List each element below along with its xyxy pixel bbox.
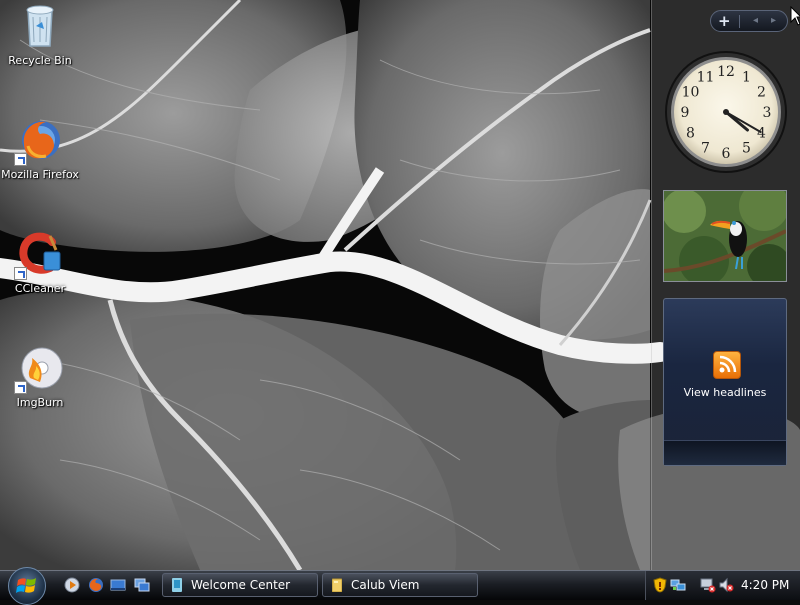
clock-numeral: 9 <box>681 105 690 121</box>
toolbar-separator <box>739 15 740 28</box>
recycle-bin-icon <box>16 2 64 50</box>
clock-numeral: 4 <box>757 126 766 142</box>
firefox-desktop-icon[interactable]: Mozilla Firefox <box>0 116 82 181</box>
shortcut-arrow-icon <box>14 267 27 280</box>
clock-numeral: 5 <box>742 141 751 157</box>
toucan-photo <box>664 191 786 281</box>
recycle-bin-label: Recycle Bin <box>8 54 72 67</box>
desktop[interactable]: Recycle Bin Mozilla Firefox CCleaner Img… <box>0 0 800 570</box>
media-player-icon[interactable] <box>64 577 80 593</box>
clock-numeral: 7 <box>701 141 710 157</box>
taskbar-button-welcome-center[interactable]: Welcome Center <box>162 573 318 597</box>
firefox-label: Mozilla Firefox <box>1 168 79 181</box>
previous-page-button[interactable]: ◂ <box>753 14 758 28</box>
welcome-center-icon <box>172 578 182 592</box>
ccleaner-label: CCleaner <box>14 282 66 295</box>
next-page-button[interactable]: ▸ <box>771 14 776 28</box>
network-icon[interactable] <box>670 577 686 593</box>
ccleaner-icon <box>14 230 64 280</box>
clock-numeral: 1 <box>742 70 751 86</box>
view-headlines-link[interactable]: View headlines <box>664 386 786 399</box>
ccleaner-desktop-icon[interactable]: CCleaner <box>0 230 82 295</box>
folder-icon <box>332 578 342 592</box>
clock-numeral: 12 <box>717 64 735 80</box>
clock-gadget[interactable]: 12 1 2 3 4 5 6 7 8 9 10 11 <box>664 50 788 174</box>
feed-footer-bar <box>664 440 786 465</box>
taskbar: Welcome Center Calub Viem 4:20 PM <box>0 567 800 605</box>
switch-windows-icon[interactable] <box>134 577 150 593</box>
recycle-bin-desktop-icon[interactable]: Recycle Bin <box>0 2 82 67</box>
clock-numeral: 8 <box>686 126 695 142</box>
network-disconnected-icon[interactable] <box>700 577 716 593</box>
sidebar-toolbar: + ◂ ▸ <box>710 10 788 32</box>
shortcut-arrow-icon <box>14 153 27 166</box>
task-label: Calub Viem <box>351 578 420 592</box>
firefox-icon <box>14 116 64 166</box>
security-shield-icon[interactable] <box>652 577 668 593</box>
volume-muted-icon[interactable] <box>718 577 734 593</box>
mouse-cursor-icon <box>790 6 800 26</box>
shortcut-arrow-icon <box>14 381 27 394</box>
add-gadget-button[interactable]: + <box>718 12 731 30</box>
imgburn-icon <box>14 344 64 394</box>
start-button[interactable] <box>8 567 46 605</box>
clock-numeral: 11 <box>697 70 715 86</box>
feed-headlines-gadget[interactable]: View headlines <box>663 298 787 466</box>
windows-logo-icon <box>16 578 36 593</box>
clock-numeral: 10 <box>682 85 700 101</box>
rss-icon <box>713 351 741 379</box>
slideshow-gadget[interactable] <box>663 190 787 282</box>
imgburn-label: ImgBurn <box>16 396 64 409</box>
imgburn-desktop-icon[interactable]: ImgBurn <box>0 344 82 409</box>
taskbar-button-folder[interactable]: Calub Viem <box>322 573 478 597</box>
sidebar-divider <box>651 0 652 570</box>
task-label: Welcome Center <box>191 578 291 592</box>
firefox-icon[interactable] <box>88 577 104 593</box>
clock-numeral: 2 <box>757 85 766 101</box>
system-tray: 4:20 PM <box>645 571 800 600</box>
clock-time[interactable]: 4:20 PM <box>741 577 789 593</box>
clock-numeral: 3 <box>763 105 772 121</box>
clock-numeral: 6 <box>722 146 731 162</box>
show-desktop-icon[interactable] <box>110 577 126 593</box>
